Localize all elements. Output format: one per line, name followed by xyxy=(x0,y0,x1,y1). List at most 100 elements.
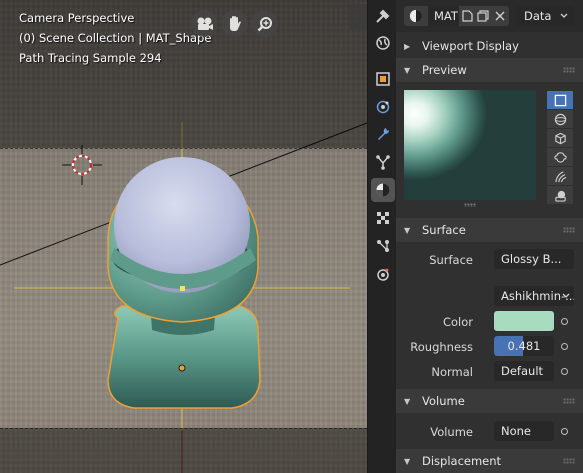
physics-icon xyxy=(376,100,390,114)
3d-viewport[interactable]: Camera Perspective (0) Scene Collection … xyxy=(0,0,367,473)
material-preview-image xyxy=(404,90,536,200)
tab-world[interactable] xyxy=(371,31,395,55)
volume-label: Volume xyxy=(430,425,473,439)
color-link-button[interactable] xyxy=(556,311,572,331)
pan-view-button[interactable] xyxy=(221,10,248,37)
link-data-dropdown[interactable]: Data xyxy=(516,6,574,26)
texture-icon xyxy=(377,212,389,224)
roughness-link-button[interactable] xyxy=(556,336,572,356)
zoom-view-button[interactable] xyxy=(251,10,278,37)
drag-grip-icon[interactable] xyxy=(563,67,575,73)
tab-texture[interactable] xyxy=(371,206,395,230)
duplicate-icon xyxy=(477,10,489,22)
tab-shading[interactable] xyxy=(371,262,395,286)
volume-input[interactable]: None xyxy=(494,421,554,441)
hair-icon xyxy=(554,170,566,182)
drag-grip-icon[interactable] xyxy=(563,458,575,464)
chevron-down-icon xyxy=(562,293,570,298)
surface-shader-selector[interactable]: Glossy B... xyxy=(494,249,574,269)
world-icon xyxy=(376,36,390,50)
preview-type-monkey[interactable] xyxy=(547,148,573,166)
panel-volume[interactable]: ▼ Volume xyxy=(396,389,583,413)
surface-label: Surface xyxy=(429,253,473,267)
tab-tool[interactable] xyxy=(371,4,395,28)
surface-shader-value: Glossy B... xyxy=(501,252,562,266)
close-icon xyxy=(495,11,505,21)
hand-pan-icon xyxy=(229,16,241,31)
preview-resize-grip[interactable] xyxy=(464,203,476,207)
link-data-label: Data xyxy=(524,9,552,23)
document-icon xyxy=(461,10,473,22)
constraints-icon xyxy=(377,240,389,252)
tab-particles[interactable] xyxy=(371,150,395,174)
expanded-arrow-icon: ▼ xyxy=(404,65,411,75)
fake-user-button[interactable] xyxy=(459,6,475,26)
volume-link-button[interactable] xyxy=(556,421,572,441)
preview-type-flat[interactable] xyxy=(547,91,573,109)
panel-title: Surface xyxy=(422,223,466,237)
material-icon xyxy=(376,183,390,197)
normal-link-button[interactable] xyxy=(556,361,572,381)
shader-ball-icon xyxy=(554,190,566,202)
panel-title: Displacement xyxy=(422,454,502,468)
preview-type-sphere[interactable] xyxy=(547,110,573,128)
normal-label: Normal xyxy=(431,365,473,379)
distribution-dropdown[interactable]: Ashikhmin-... xyxy=(494,286,574,306)
camera-view-button[interactable] xyxy=(191,10,218,37)
expanded-arrow-icon: ▼ xyxy=(404,396,411,406)
tab-modifiers[interactable] xyxy=(371,122,395,146)
duplicate-material-button[interactable] xyxy=(475,6,491,26)
camera-passepartout-bottom xyxy=(0,428,367,473)
expanded-arrow-icon: ▼ xyxy=(404,456,411,466)
tab-material[interactable] xyxy=(371,178,395,202)
normal-input[interactable]: Default xyxy=(494,361,554,381)
chevron-down-icon xyxy=(560,13,568,18)
monkey-icon xyxy=(553,151,567,163)
viewport-view-name: Camera Perspective xyxy=(19,11,135,25)
zoom-icon xyxy=(257,16,272,31)
preview-type-sphere-lattice[interactable] xyxy=(547,186,573,204)
tool-icon xyxy=(376,9,390,23)
preview-type-cube[interactable] xyxy=(547,129,573,147)
panel-surface[interactable]: ▼ Surface xyxy=(396,218,583,242)
panel-preview[interactable]: ▼ Preview xyxy=(396,58,583,82)
tab-constraints[interactable] xyxy=(371,234,395,258)
node-icon xyxy=(377,268,389,281)
properties-tab-strip xyxy=(367,0,397,473)
panel-viewport-display[interactable]: ▶ Viewport Display xyxy=(396,34,583,58)
panel-title: Preview xyxy=(422,63,467,77)
preview-type-hair[interactable] xyxy=(547,167,573,185)
roughness-label: Roughness xyxy=(410,340,473,354)
roughness-value: 0.481 xyxy=(507,339,541,353)
properties-editor: MAT Data ▶ Viewport Display ▼ Preview ▼ … xyxy=(396,0,583,473)
collapsed-arrow-icon: ▶ xyxy=(404,41,411,51)
viewport-collection-info: (0) Scene Collection | MAT_Shape xyxy=(19,31,212,45)
camera-frame-top xyxy=(0,148,367,149)
material-name-field[interactable]: MAT xyxy=(429,6,459,26)
color-label: Color xyxy=(442,315,473,329)
volume-value: None xyxy=(501,424,532,438)
tab-physics[interactable] xyxy=(371,95,395,119)
roughness-slider[interactable]: 0.481 xyxy=(494,336,554,356)
sphere-icon xyxy=(554,113,566,125)
normal-value: Default xyxy=(501,364,544,378)
cube-icon xyxy=(554,132,566,144)
material-slot-header: MAT Data xyxy=(396,0,583,32)
drag-grip-icon[interactable] xyxy=(563,398,575,404)
panel-displacement[interactable]: ▼ Displacement xyxy=(396,449,583,473)
modifier-icon xyxy=(378,128,389,140)
viewport-render-samples: Path Tracing Sample 294 xyxy=(19,51,162,65)
color-swatch[interactable] xyxy=(494,311,554,331)
sidebar-toggle-tab[interactable] xyxy=(349,4,367,30)
material-sphere-icon xyxy=(409,9,423,23)
drag-grip-icon[interactable] xyxy=(563,227,575,233)
camera-view-icon xyxy=(197,17,213,30)
expanded-arrow-icon: ▼ xyxy=(404,225,411,235)
unlink-material-button[interactable] xyxy=(491,6,509,26)
plane-icon xyxy=(554,94,566,106)
panel-title: Volume xyxy=(422,394,465,408)
tab-object[interactable] xyxy=(371,67,395,91)
particles-icon xyxy=(376,155,390,170)
object-icon xyxy=(376,72,390,86)
material-browse-button[interactable] xyxy=(404,6,428,26)
